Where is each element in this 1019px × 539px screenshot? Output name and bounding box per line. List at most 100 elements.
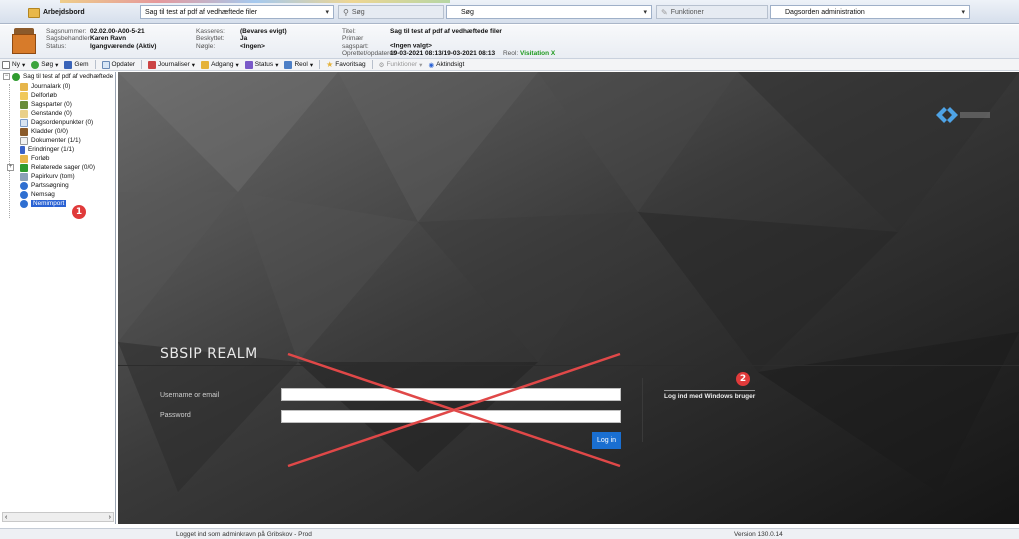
tree-item[interactable]: Kladder (0/0) <box>20 127 68 136</box>
tree-root-label: Sag til test af pdf af vedhæftede <box>23 73 114 80</box>
tree-root[interactable]: Sag til test af pdf af vedhæftede <box>12 72 113 81</box>
toolbar-access-label: Adgang <box>211 61 234 68</box>
toolbar-refresh-label: Opdater <box>111 61 136 68</box>
document-icon <box>20 136 28 145</box>
keywords-value: <Ingen> <box>240 42 265 50</box>
toolbar-new-button[interactable]: Ny ▾ <box>2 60 26 69</box>
dropdown-arrow-icon[interactable]: ▾ <box>961 8 965 16</box>
tree-item[interactable]: Nemsag <box>20 190 55 199</box>
workbench-button[interactable]: Arbejdsbord <box>28 5 85 20</box>
toolbar: Ny ▾ Søg ▾ Gem Opdater Journaliser ▾ Adgang… <box>0 59 1019 71</box>
folder-icon <box>28 7 40 18</box>
windows-login-link[interactable]: Log ind med Windows bruger <box>664 390 756 400</box>
toolbar-favorite-button[interactable]: ★ Favoritsag <box>326 60 366 69</box>
shelf-icon <box>284 60 293 69</box>
new-icon <box>2 60 10 69</box>
tree-item-label: Journalark (0) <box>31 83 71 90</box>
dropdown-arrow-icon[interactable]: ▾ <box>325 8 329 16</box>
star-icon: ★ <box>326 60 334 69</box>
tree-item[interactable]: Journalark (0) <box>20 82 70 91</box>
toolbar-status-button[interactable]: Status ▾ <box>244 60 279 69</box>
top-bar: Arbejdsbord Sag til test af pdf af vedhæ… <box>0 0 1019 24</box>
functions-icon: ✎ <box>661 7 668 17</box>
tree-item[interactable]: Dagsordenpunkter (0) <box>20 118 93 127</box>
tree-item[interactable]: Relaterede sager (0/0) <box>20 163 95 172</box>
scroll-right-icon[interactable]: › <box>109 514 111 521</box>
tree-item[interactable]: Forløb <box>20 154 49 163</box>
status-value: Igangværende (Aktiv) <box>90 42 157 50</box>
tree-item[interactable]: Genstande (0) <box>20 109 72 118</box>
tree-item[interactable]: Delforløb <box>20 91 57 100</box>
toolbar-functions-button[interactable]: ⚙ Funktioner ▾ <box>379 61 423 69</box>
top-accent-strip <box>60 0 450 3</box>
tree-item[interactable]: Sagsparter (0) <box>20 100 72 109</box>
tree-item-label: Partssøgning <box>31 182 69 189</box>
tree-item-label: Relaterede sager (0/0) <box>31 164 95 171</box>
case-info-col-1: Sagsnummer: 02.02.00-A00-5-21 Sagsbehandl… <box>46 28 156 50</box>
dropdown-arrow-icon: ▾ <box>21 61 26 69</box>
logged-in-status: Logget ind som adminkravn på Gribskov - … <box>176 531 312 538</box>
nemsag-icon <box>20 190 28 199</box>
tree-item[interactable]: Papirkurv (tom) <box>20 172 75 181</box>
search-button[interactable]: ⚲ Søg <box>338 5 444 19</box>
handler-value: Karen Ravn <box>90 35 127 43</box>
toolbar-insight-label: Aktindsigt <box>436 61 465 68</box>
collapse-toggle[interactable]: − <box>3 73 10 80</box>
dropdown-arrow-icon: ▾ <box>275 61 279 69</box>
version-label: Version 130.0.14 <box>734 531 783 538</box>
dropdown-arrow-icon: ▾ <box>309 61 314 69</box>
functions-button[interactable]: ✎ Funktioner <box>656 5 768 19</box>
toolbar-journalise-label: Journaliser <box>158 61 190 68</box>
folder-icon <box>20 91 28 100</box>
protected-value: Ja <box>240 35 248 43</box>
dropdown-arrow-icon: ▾ <box>419 61 423 69</box>
case-info-col-2: Kasseres: (Bevares evigt) Beskyttet: Ja Nø… <box>196 28 287 50</box>
toolbar-refresh-button[interactable]: Opdater <box>101 60 136 69</box>
toolbar-separator <box>94 60 96 69</box>
dropdown-arrow-icon[interactable]: ▾ <box>643 8 647 16</box>
toolbar-access-button[interactable]: Adgang ▾ <box>201 60 239 69</box>
reminder-icon <box>20 145 25 154</box>
search-combo-value: Søg <box>461 8 474 16</box>
tree-item[interactable]: Partssøgning <box>20 181 69 190</box>
tree-item-label: Forløb <box>31 155 50 162</box>
primary-party-label: Primær sagspart: <box>342 35 369 50</box>
case-combo[interactable]: Sag til test af pdf af vedhæftede filer … <box>140 5 334 19</box>
handler-label: Sagsbehandler: <box>46 35 92 43</box>
tree-item-label: Nemsag <box>31 191 55 198</box>
tree-item-label: Erindringer (1/1) <box>28 146 75 153</box>
search-button-label: Søg <box>351 8 365 16</box>
toolbar-separator <box>371 60 373 69</box>
toolbar-shelf-button[interactable]: Reol ▾ <box>284 60 314 69</box>
toolbar-functions-label: Funktioner <box>386 61 418 68</box>
shelf-label: Reol: <box>502 49 519 57</box>
case-icon <box>12 28 36 54</box>
tree-item[interactable]: Dokumenter (1/1) <box>20 136 81 145</box>
recycle-bin-icon <box>20 172 28 181</box>
toolbar-save-button[interactable]: Gem <box>64 60 89 69</box>
toolbar-journalise-button[interactable]: Journaliser ▾ <box>148 60 195 69</box>
expand-toggle[interactable]: + <box>7 164 14 171</box>
case-node-icon <box>12 72 20 81</box>
discard-value: (Bevares evigt) <box>240 28 287 35</box>
toolbar-search-label: Søg <box>41 61 54 68</box>
toolbar-search-button[interactable]: Søg ▾ <box>31 60 58 69</box>
form-divider <box>642 378 643 442</box>
agenda-combo[interactable]: Dagsorden administration ▾ <box>770 5 970 19</box>
process-icon <box>20 154 28 163</box>
logo-icon <box>936 107 990 123</box>
tree-item-selected[interactable]: Nemimport <box>20 199 67 208</box>
toolbar-insight-button[interactable]: ◉ Aktindsigt <box>428 61 464 69</box>
status-bar: Logget ind som adminkravn på Gribskov - … <box>0 528 1019 539</box>
tree-item[interactable]: Erindringer (1/1) <box>20 145 74 154</box>
tree-horizontal-scrollbar[interactable]: ‹ › <box>2 512 114 522</box>
party-search-icon <box>20 181 28 190</box>
annotation-badge-2: 2 <box>736 372 750 386</box>
tree-item-label: Dokumenter (1/1) <box>31 137 81 144</box>
toolbar-separator <box>141 60 142 69</box>
scroll-left-icon[interactable]: ‹ <box>5 514 7 521</box>
cross-out-annotation <box>287 352 621 468</box>
case-tree[interactable]: − Sag til test af pdf af vedhæftede Jour… <box>0 72 116 524</box>
search-combo[interactable]: Søg ▾ <box>446 5 652 19</box>
login-panel: SBSIP REALM Username or email Password L… <box>118 72 1019 524</box>
